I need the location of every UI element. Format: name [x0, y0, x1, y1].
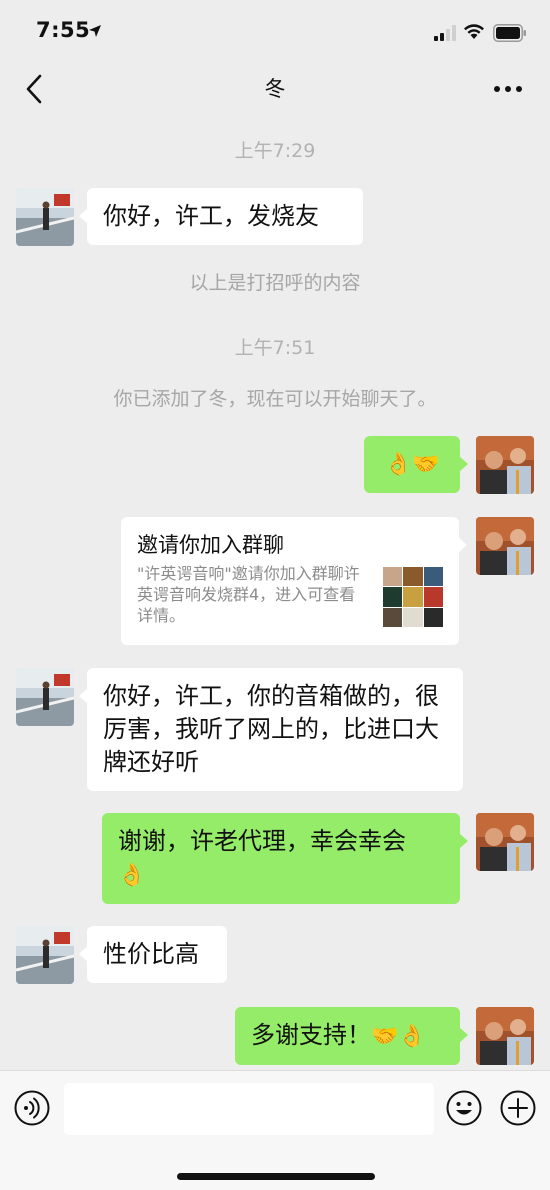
more-dots-icon[interactable] [490, 74, 526, 104]
message-text: 多谢支持！ [251, 1021, 371, 1049]
plus-icon[interactable] [500, 1090, 536, 1126]
message-bubble-received[interactable]: 你好，许工，发烧友 [79, 188, 363, 245]
timestamp: 上午7:51 [234, 337, 316, 359]
contact-avatar-image [16, 188, 74, 246]
location-arrow-icon [89, 25, 101, 37]
avatar-contact[interactable] [16, 668, 74, 726]
signal-icon [434, 25, 456, 41]
avatar-self[interactable] [476, 1007, 534, 1065]
nav-bar: 冬 [0, 66, 550, 112]
avatar-self[interactable] [476, 813, 534, 871]
contact-avatar-image [16, 926, 74, 984]
self-avatar-image [476, 436, 534, 494]
bubble-tail [458, 537, 467, 553]
avatar-self[interactable] [476, 517, 534, 575]
avatar-contact[interactable] [16, 926, 74, 984]
contact-avatar-image [16, 668, 74, 726]
self-avatar-image [476, 1007, 534, 1065]
message-bubble-received[interactable]: 性价比高 [79, 926, 227, 983]
chat-area[interactable]: 上午7:29 你好，许工，发烧友 以上是打招呼的内容 上午7:51 你已添加了冬… [0, 112, 550, 1070]
system-note: 你已添加了冬，现在可以开始聊天了。 [113, 388, 437, 410]
message-input[interactable] [64, 1083, 434, 1135]
timestamp: 上午7:29 [234, 140, 316, 162]
self-avatar-image [476, 517, 534, 575]
avatar-self[interactable] [476, 436, 534, 494]
message-bubble-sent[interactable]: 谢谢，许老代理，幸会幸会 👌 [102, 813, 468, 904]
avatar-contact[interactable] [16, 188, 74, 246]
status-time: 7:55 [36, 18, 91, 42]
battery-icon [493, 24, 526, 42]
message-emoji: 👌 [118, 863, 146, 888]
chat-title: 冬 [264, 77, 286, 101]
emoji-icon[interactable] [446, 1090, 482, 1126]
message-bubble-sent[interactable]: 多谢支持！🤝👌 [235, 1007, 468, 1065]
voice-icon[interactable] [14, 1090, 50, 1126]
message-bubble-sent[interactable]: 👌🤝 [364, 436, 468, 493]
message-text: 谢谢，许老代理，幸会幸会 [118, 827, 406, 855]
wifi-icon [464, 24, 484, 39]
system-note: 以上是打招呼的内容 [189, 272, 361, 294]
group-thumbnail [383, 567, 443, 627]
group-invite-card[interactable]: 邀请你加入群聊 "许英谔音响"邀请你加入群聊许英谔音响发烧群4，进入可查看详情。 [121, 517, 467, 645]
home-indicator[interactable] [177, 1173, 375, 1180]
message-bubble-received[interactable]: 你好，许工，你的音箱做的，很厉害，我听了网上的，比进口大牌还好听 [79, 668, 463, 791]
status-bar: 7:55 [0, 0, 550, 66]
message-emoji: 🤝👌 [371, 1024, 426, 1049]
card-description: "许英谔音响"邀请你加入群聊许英谔音响发烧群4，进入可查看详情。 [137, 564, 360, 625]
input-bar [0, 1070, 550, 1190]
card-title: 邀请你加入群聊 [137, 533, 284, 557]
self-avatar-image [476, 813, 534, 871]
